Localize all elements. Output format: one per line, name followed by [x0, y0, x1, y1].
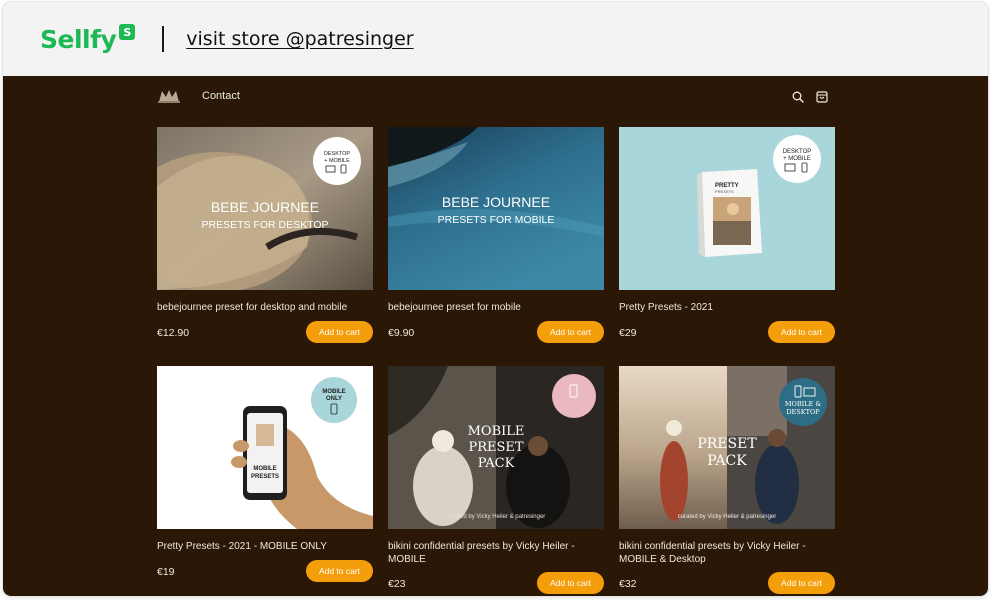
- product-image[interactable]: MOBILE & DESKTOP PRESET PACK curated by …: [619, 366, 835, 529]
- product-name[interactable]: bebejournee preset for desktop and mobil…: [157, 301, 373, 314]
- header-divider: [162, 26, 165, 52]
- product-price: €23: [388, 578, 406, 590]
- brand-name: Sellfy: [40, 24, 117, 54]
- image-subtitle: PRESETS FOR DESKTOP: [202, 219, 329, 231]
- badge-text: + MOBILE: [324, 158, 350, 164]
- add-to-cart-button[interactable]: Add to cart: [306, 560, 373, 582]
- store-logo-icon[interactable]: [157, 88, 181, 104]
- image-title: BEBE JOURNEE: [211, 199, 319, 215]
- image-credit: curated by Vicky Heiler & patresinger: [678, 514, 777, 520]
- product-price: €19: [157, 566, 175, 578]
- product-name[interactable]: Pretty Presets - 2021: [619, 301, 835, 314]
- product-name[interactable]: bikini confidential presets by Vicky Hei…: [619, 540, 835, 566]
- add-to-cart-button[interactable]: Add to cart: [537, 321, 604, 343]
- add-to-cart-button[interactable]: Add to cart: [537, 572, 604, 594]
- store-nav: Contact: [3, 76, 988, 120]
- badge-text: ONLY: [326, 396, 342, 402]
- badge-text: DESKTOP: [786, 408, 820, 416]
- image-subtitle: PRESETS FOR MOBILE: [438, 214, 555, 226]
- add-to-cart-button[interactable]: Add to cart: [768, 321, 835, 343]
- brand-badge: S: [119, 24, 136, 40]
- image-title: PRESET: [468, 440, 523, 455]
- badge-text: + MOBILE: [783, 156, 811, 162]
- product-image[interactable]: DESKTOP + MOBILE BEBE JOURNEE PRESETS FO…: [157, 127, 373, 290]
- search-icon[interactable]: [792, 91, 804, 103]
- image-title: PACK: [707, 453, 747, 469]
- box-subtitle: PRESETS: [715, 189, 734, 194]
- product-name[interactable]: Pretty Presets - 2021 - MOBILE ONLY: [157, 540, 373, 553]
- product-card[interactable]: PRETTY PRESETS DESKTOP + MOBILE Pretty P…: [619, 127, 835, 346]
- phone-text: MOBILE: [253, 466, 276, 472]
- badge-text: DESKTOP: [783, 149, 812, 155]
- image-title: PACK: [478, 456, 515, 471]
- product-image[interactable]: PRETTY PRESETS DESKTOP + MOBILE: [619, 127, 835, 290]
- visit-store-link[interactable]: visit store @patresinger: [186, 28, 413, 50]
- product-card[interactable]: BEBE JOURNEE PRESETS FOR MOBILE bebejour…: [388, 127, 604, 346]
- storefront: Contact DESKTOP + MOBILE BEBE JOURNEE PR…: [3, 76, 988, 596]
- product-image[interactable]: BEBE JOURNEE PRESETS FOR MOBILE: [388, 127, 604, 290]
- product-name[interactable]: bebejournee preset for mobile: [388, 301, 604, 314]
- product-image[interactable]: MOBILE PRESETS MOBILE ONLY: [157, 366, 373, 529]
- nav-contact-link[interactable]: Contact: [202, 90, 240, 102]
- product-price: €29: [619, 327, 637, 339]
- product-card[interactable]: DESKTOP + MOBILE BEBE JOURNEE PRESETS FO…: [157, 127, 373, 346]
- phone-text: PRESETS: [251, 474, 279, 480]
- browser-frame: Sellfy S visit store @patresinger Contac…: [3, 2, 988, 596]
- product-card[interactable]: MOBILE & DESKTOP PRESET PACK curated by …: [619, 366, 835, 596]
- image-title: MOBILE: [468, 424, 525, 439]
- badge-text: MOBILE: [322, 389, 345, 395]
- add-to-cart-button[interactable]: Add to cart: [768, 572, 835, 594]
- badge-text: MOBILE &: [785, 400, 821, 408]
- product-price: €32: [619, 578, 637, 590]
- product-name[interactable]: bikini confidential presets by Vicky Hei…: [388, 540, 604, 566]
- product-price: €12.90: [157, 327, 190, 339]
- product-card[interactable]: MOBILE PRESET PACK curated by Vicky Heil…: [388, 366, 604, 596]
- shopping-bag-icon[interactable]: [816, 90, 828, 103]
- add-to-cart-button[interactable]: Add to cart: [306, 321, 373, 343]
- badge-text: DESKTOP: [324, 151, 351, 157]
- image-title: BEBE JOURNEE: [442, 194, 550, 210]
- product-price: €9.90: [388, 327, 415, 339]
- product-card[interactable]: MOBILE PRESETS MOBILE ONLY Pretty Preset…: [157, 366, 373, 585]
- product-image[interactable]: MOBILE PRESET PACK curated by Vicky Heil…: [388, 366, 604, 529]
- image-credit: curated by Vicky Heiler & patresinger: [447, 514, 546, 520]
- sellfy-logo[interactable]: Sellfy S: [40, 24, 136, 54]
- sellfy-header: Sellfy S visit store @patresinger: [3, 2, 988, 76]
- image-title: PRESET: [697, 436, 757, 452]
